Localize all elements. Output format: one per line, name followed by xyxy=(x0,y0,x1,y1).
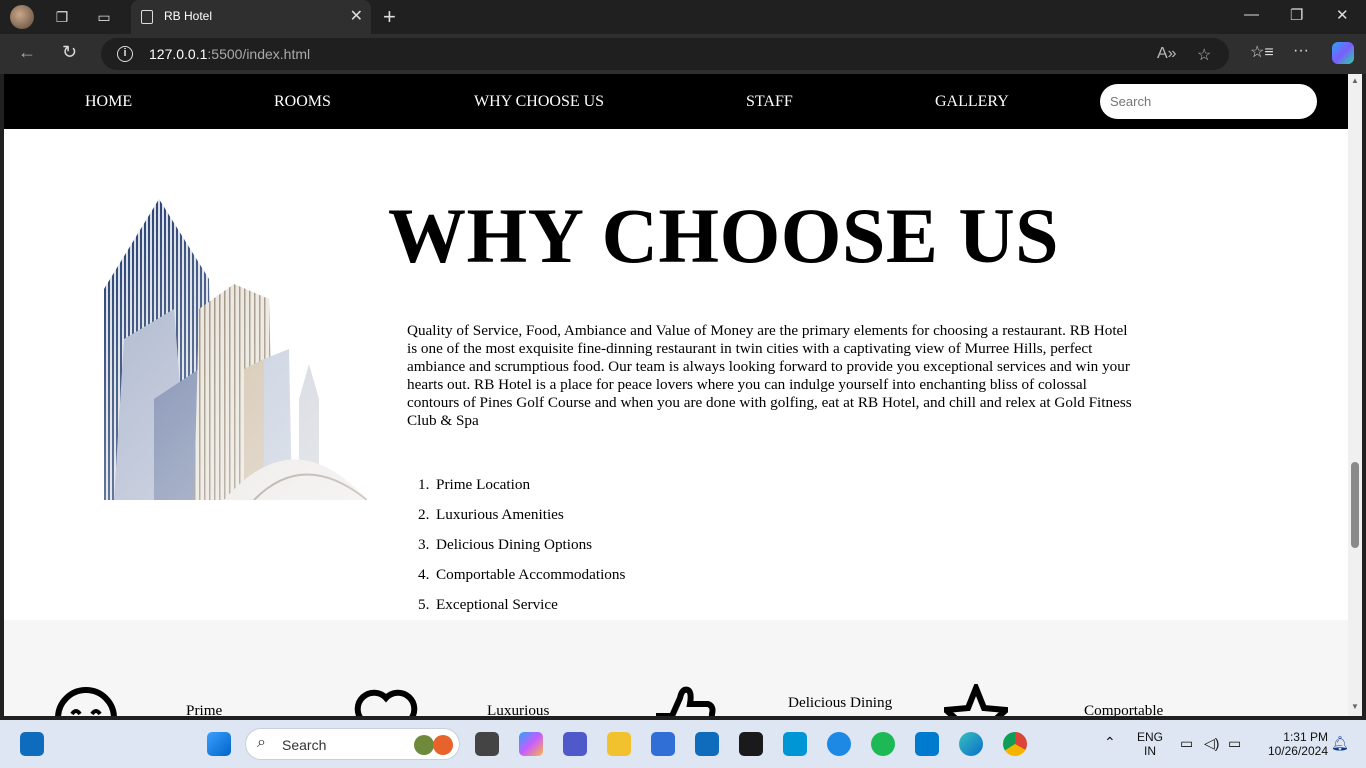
nav-staff[interactable]: STAFF xyxy=(746,93,793,111)
star-icon xyxy=(944,684,1008,716)
close-tab-icon[interactable]: ✕ xyxy=(350,6,363,26)
dropbox-icon[interactable] xyxy=(739,732,763,756)
list-item: 4. Comportable Accommodations xyxy=(418,566,626,583)
thumbs-up-icon xyxy=(656,686,716,716)
teams-icon[interactable] xyxy=(563,732,587,756)
time-text: 1:31 PM xyxy=(1283,730,1328,744)
list-item: 3. Delicious Dining Options xyxy=(418,536,593,553)
feature-label: Delicious Dining xyxy=(788,694,893,711)
refresh-icon[interactable]: ↻ xyxy=(62,42,77,63)
browser-tab-strip: ❐ ▭ RB Hotel ✕ + — ❐ ✕ xyxy=(0,0,1366,34)
date-text: 10/26/2024 xyxy=(1267,744,1328,758)
search-input[interactable] xyxy=(1100,84,1317,119)
feature-label: Luxurious xyxy=(487,702,550,716)
workspaces-icon[interactable]: ❐ xyxy=(52,7,72,27)
widgets-icon[interactable] xyxy=(20,732,44,756)
tab-actions-icon[interactable]: ▭ xyxy=(94,7,114,27)
bing-decoration-icon xyxy=(433,735,453,755)
chevron-up-icon[interactable]: ⌃ xyxy=(1104,734,1116,751)
list-item: 1. Prime Location xyxy=(418,476,531,493)
lang-top: ENG xyxy=(1136,730,1163,744)
heart-icon xyxy=(354,689,418,716)
skyscraper-image xyxy=(104,199,367,500)
feature-label: Comportable xyxy=(1084,702,1164,716)
myhp-icon[interactable] xyxy=(783,732,807,756)
copilot-icon[interactable] xyxy=(1332,42,1354,64)
nav-gallery[interactable]: GALLERY xyxy=(935,93,1009,111)
tab-title: RB Hotel xyxy=(164,9,213,23)
nav-rooms[interactable]: ROOMS xyxy=(274,93,331,111)
more-menu-icon[interactable]: ··· xyxy=(1293,42,1309,60)
url-text: 127.0.0.1:5500/index.html xyxy=(149,46,311,62)
nav-home[interactable]: HOME xyxy=(85,93,132,111)
reasons-list: 1. Prime Location 2. Luxurious Amenities 3… xyxy=(418,474,625,624)
battery-icon[interactable]: ▭ xyxy=(1228,735,1241,752)
lang-bottom: IN xyxy=(1144,744,1156,758)
info-icon[interactable]: i xyxy=(117,46,133,62)
start-icon[interactable] xyxy=(207,732,231,756)
favorite-star-icon[interactable]: ☆ xyxy=(1197,45,1211,65)
intro-paragraph: Quality of Service, Food, Ambiance and V… xyxy=(407,322,1132,429)
web-page: HOME ROOMS WHY CHOOSE US STAFF GALLERY S… xyxy=(4,74,1348,716)
chrome-icon[interactable] xyxy=(1003,732,1027,756)
page-icon xyxy=(141,10,153,24)
scroll-up-icon[interactable]: ▲ xyxy=(1351,76,1359,85)
minimize-icon[interactable]: — xyxy=(1244,6,1259,23)
outlook-icon[interactable] xyxy=(695,732,719,756)
spotify-icon[interactable] xyxy=(871,732,895,756)
page-scrollbar[interactable]: ▲ ▼ xyxy=(1348,74,1362,716)
search-icon: ⌕ xyxy=(257,734,266,751)
taskbar-search[interactable]: ⌕ Search xyxy=(245,728,460,760)
list-item: 2. Luxurious Amenities xyxy=(418,506,564,523)
scroll-down-icon[interactable]: ▼ xyxy=(1351,702,1359,711)
back-icon[interactable]: ← xyxy=(18,42,36,63)
page-title: WHY CHOOSE US xyxy=(388,192,1060,279)
profile-avatar[interactable] xyxy=(10,5,34,29)
smile-icon xyxy=(55,687,117,716)
task-view-icon[interactable] xyxy=(475,732,499,756)
notification-bell-icon[interactable]: 🔔︎ xyxy=(1331,735,1349,752)
read-aloud-icon[interactable]: A» xyxy=(1157,45,1177,63)
site-navbar: HOME ROOMS WHY CHOOSE US STAFF GALLERY xyxy=(4,74,1348,129)
address-toolbar: ← ↻ i 127.0.0.1:5500/index.html A» ☆ xyxy=(0,34,1366,74)
features-section: Prime Luxurious Delicious Dining Comport… xyxy=(4,620,1348,716)
edge-icon[interactable] xyxy=(959,732,983,756)
restore-icon[interactable]: ❐ xyxy=(1290,6,1303,24)
nav-why-choose-us[interactable]: WHY CHOOSE US xyxy=(474,93,604,111)
favorites-icon[interactable]: ☆≡ xyxy=(1250,42,1274,62)
address-field[interactable]: i 127.0.0.1:5500/index.html A» ☆ xyxy=(101,38,1229,70)
bing-decoration-icon xyxy=(414,735,434,755)
taskbar-search-label: Search xyxy=(282,737,327,753)
onedrive-icon[interactable] xyxy=(827,732,851,756)
browser-tab[interactable]: RB Hotel ✕ xyxy=(131,0,371,34)
language-indicator[interactable]: ENG IN xyxy=(1136,730,1164,758)
vscode-icon[interactable] xyxy=(915,732,939,756)
close-window-icon[interactable]: ✕ xyxy=(1336,6,1349,24)
copilot-app-icon[interactable] xyxy=(519,732,543,756)
volume-icon[interactable]: ◁) xyxy=(1204,735,1219,752)
file-explorer-icon[interactable] xyxy=(607,732,631,756)
network-icon[interactable]: ▭ xyxy=(1180,735,1193,752)
clock[interactable]: 1:31 PM 10/26/2024 xyxy=(1258,730,1328,758)
store-icon[interactable] xyxy=(651,732,675,756)
new-tab-button[interactable]: + xyxy=(383,4,396,30)
scrollbar-thumb[interactable] xyxy=(1351,462,1359,548)
feature-label: Prime xyxy=(186,702,223,716)
